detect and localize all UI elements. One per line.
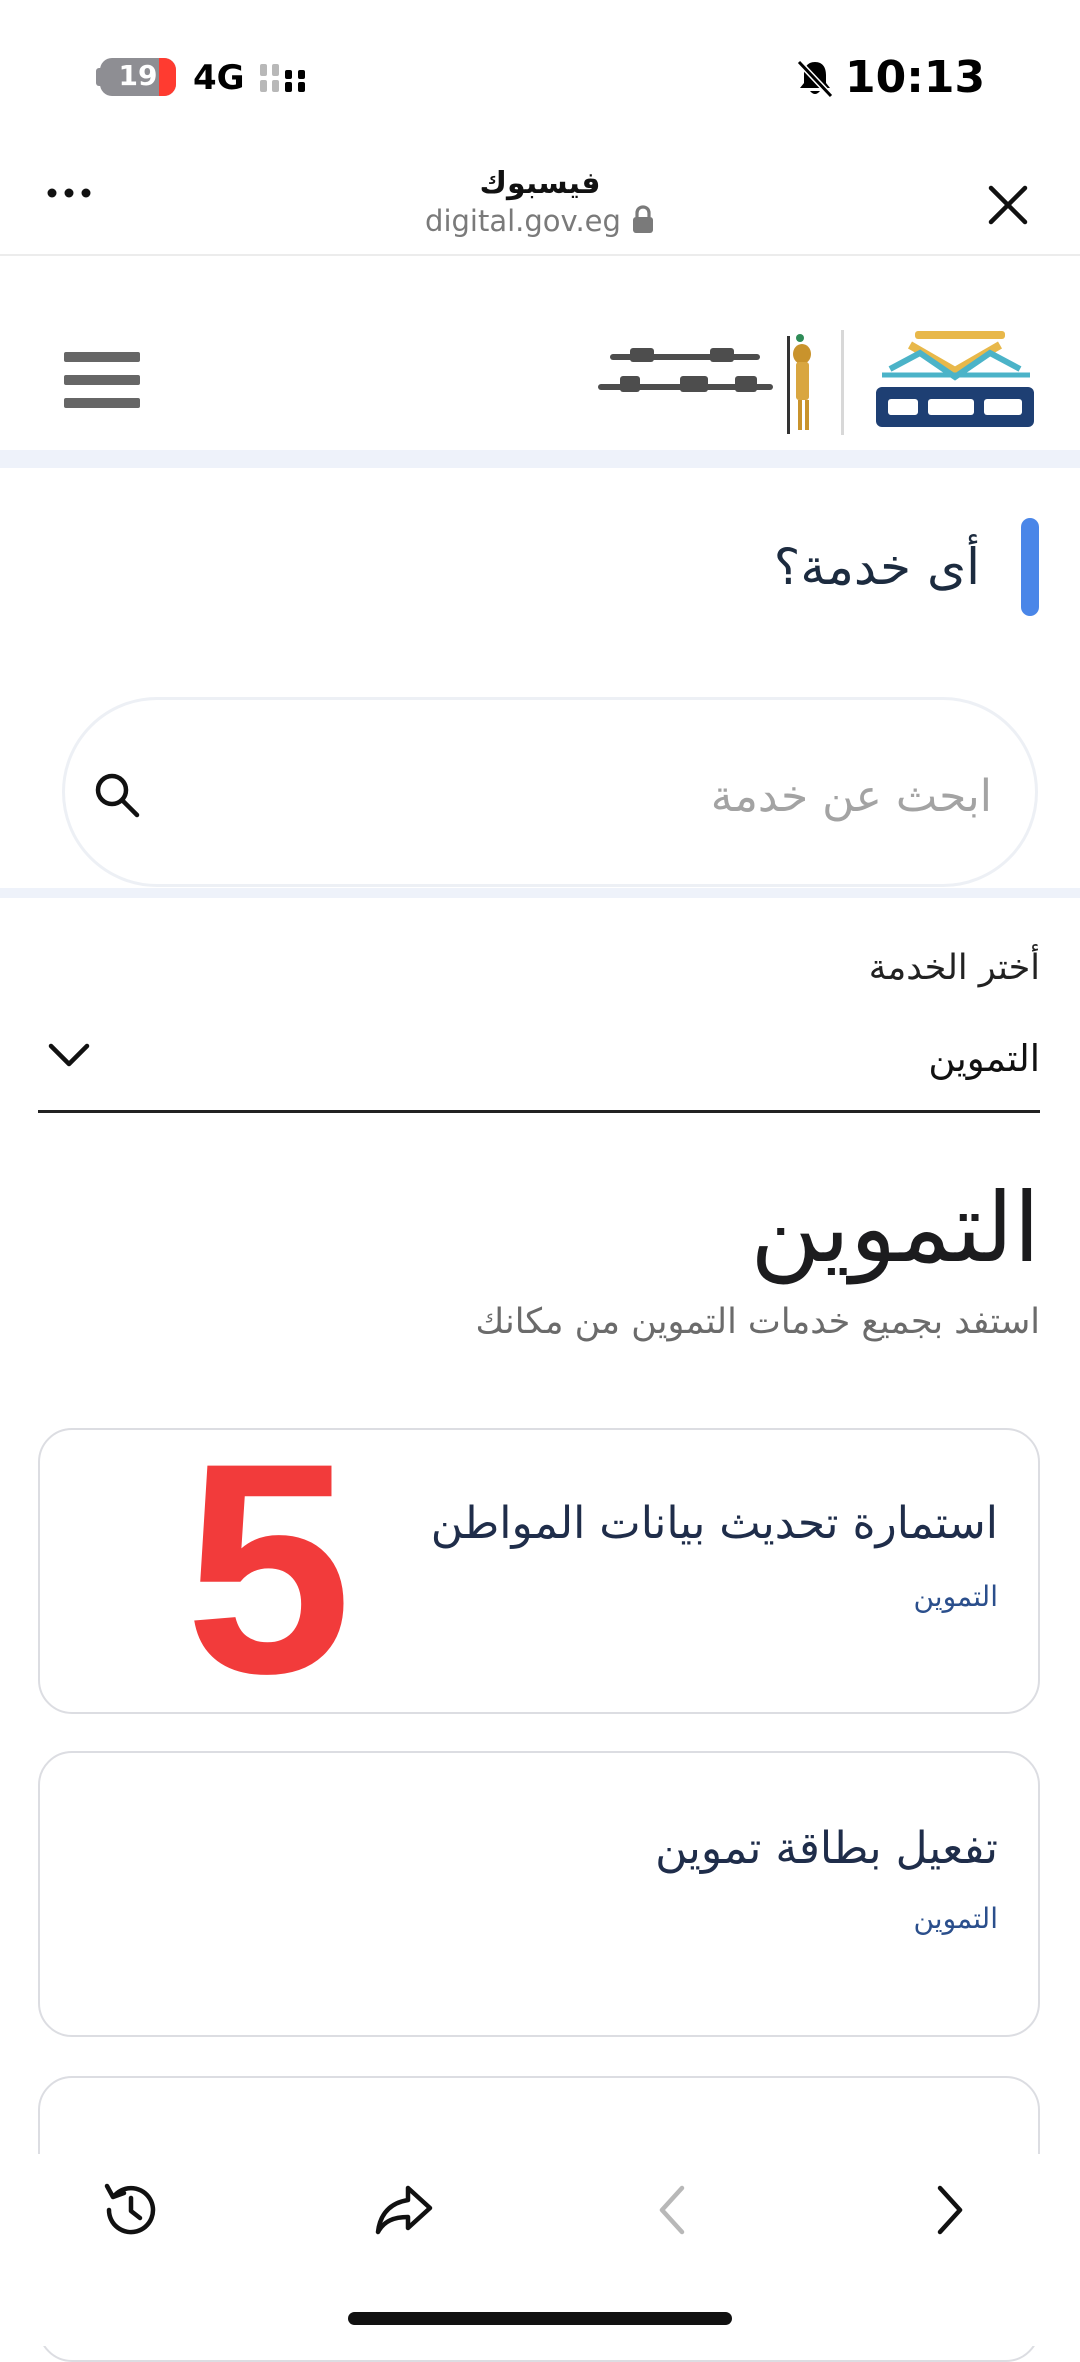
clock: 10:13 bbox=[845, 52, 986, 103]
service-card[interactable] bbox=[38, 1751, 1040, 2037]
ministry-logo[interactable] bbox=[590, 318, 830, 438]
logo-divider bbox=[841, 330, 844, 435]
battery-icon: 19 bbox=[100, 58, 176, 96]
select-underline bbox=[38, 1110, 1040, 1113]
share-icon[interactable] bbox=[370, 2176, 438, 2244]
battery-level: 19 bbox=[118, 59, 158, 92]
digital-egypt-logo[interactable] bbox=[870, 325, 1040, 435]
signal-icon bbox=[260, 64, 305, 92]
home-indicator[interactable] bbox=[348, 2312, 732, 2325]
url-text: digital.gov.eg bbox=[425, 204, 621, 238]
back-arrow-icon[interactable] bbox=[640, 2176, 708, 2244]
battery-tip bbox=[96, 68, 102, 86]
section-question: أى خدمة؟ bbox=[773, 538, 980, 596]
chevron-down-icon[interactable] bbox=[46, 1040, 92, 1070]
service-card-title[interactable]: تفعيل بطاقة تموين bbox=[655, 1823, 998, 1874]
category-subtitle: استفد بجميع خدمات التموين من مكانك bbox=[475, 1302, 1040, 1342]
menu-icon[interactable] bbox=[64, 352, 140, 408]
lock-icon bbox=[632, 205, 653, 233]
network-type: 4G bbox=[193, 58, 245, 98]
search-input[interactable] bbox=[160, 760, 994, 832]
service-card-tag: التموين bbox=[913, 1580, 998, 1613]
service-select-label: أختر الخدمة bbox=[868, 948, 1040, 988]
close-icon[interactable] bbox=[985, 182, 1031, 228]
section-separator bbox=[0, 888, 1080, 898]
category-title: التموين bbox=[750, 1172, 1040, 1284]
browser-page-title: فيسبوك bbox=[479, 166, 601, 201]
search-icon[interactable] bbox=[92, 770, 142, 820]
service-select-value[interactable]: التموين bbox=[928, 1037, 1040, 1080]
accent-bar bbox=[1021, 518, 1039, 616]
mute-bell-icon bbox=[796, 59, 834, 98]
service-card-title[interactable]: استمارة تحديث بيانات المواطن bbox=[431, 1498, 998, 1549]
service-card-tag: التموين bbox=[913, 1902, 998, 1935]
forward-arrow-icon[interactable] bbox=[914, 2176, 982, 2244]
overlay-number: 5 bbox=[185, 1400, 352, 1736]
history-icon[interactable] bbox=[97, 2176, 165, 2244]
header-separator bbox=[0, 450, 1080, 468]
url-bar[interactable]: digital.gov.eg bbox=[0, 204, 1080, 238]
